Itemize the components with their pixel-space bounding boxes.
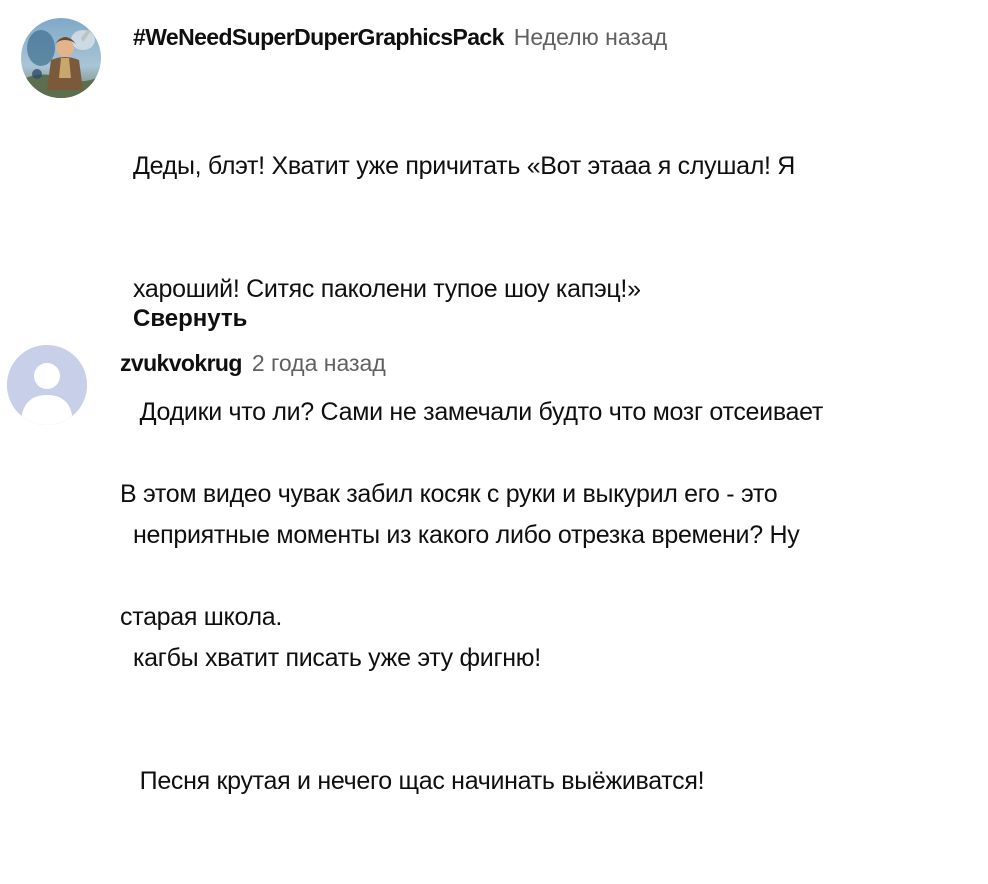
comment-text-line: В этом видео чувак забил косяк с руки и … <box>120 480 778 508</box>
comment-header: #WeNeedSuperDuperGraphicsPack Неделю наз… <box>133 24 667 51</box>
default-user-avatar-icon <box>7 345 87 425</box>
author-name[interactable]: #WeNeedSuperDuperGraphicsPack <box>133 24 504 51</box>
collapse-button[interactable]: Свернуть <box>133 305 247 333</box>
comment-text-line: хароший! Ситяс паколени тупое шоу капэц!… <box>133 275 641 303</box>
comment-text-line: старая школа. <box>120 603 283 631</box>
author-avatar[interactable] <box>21 18 101 98</box>
comment-text-line: Деды, блэт! Хватит уже причитать «Вот эт… <box>133 152 796 180</box>
author-name[interactable]: zvukvokrug <box>120 350 242 377</box>
fantasy-character-avatar-icon <box>21 18 101 98</box>
comment-text-line: Песня крутая и нечего щас начинать выёжи… <box>133 767 705 795</box>
comment-text: В этом видео чувак забил косяк с руки и … <box>120 392 778 720</box>
comment-timestamp[interactable]: 2 года назад <box>252 350 386 377</box>
comment-timestamp[interactable]: Неделю назад <box>514 24 667 51</box>
author-avatar[interactable] <box>7 345 87 425</box>
comment-header: zvukvokrug 2 года назад <box>120 350 386 377</box>
